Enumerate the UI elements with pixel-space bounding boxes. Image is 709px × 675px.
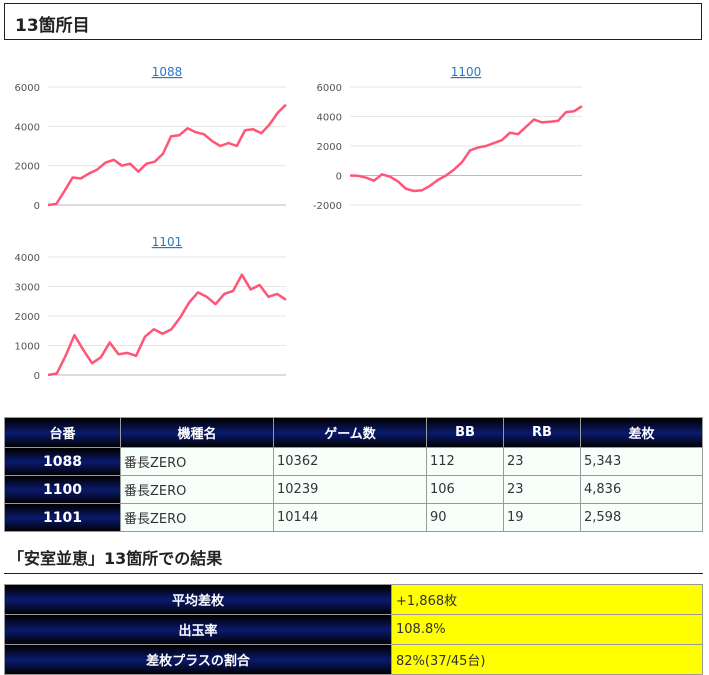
series-line: [349, 105, 583, 193]
cell-number: 1088: [4, 447, 121, 476]
cell-games: 10239: [273, 475, 427, 504]
cell-number: 1100: [4, 475, 121, 504]
cell-rb: 23: [503, 475, 581, 504]
summary-row: 出玉率 108.8%: [4, 614, 703, 645]
summary-value: 108.8%: [391, 614, 703, 645]
y-tick-label: 4000: [15, 253, 40, 264]
y-tick-label: 2000: [15, 312, 40, 323]
series-line: [47, 273, 287, 377]
summary-title: 「安室並恵」13箇所での結果: [8, 549, 223, 568]
cell-diff: 2,598: [580, 503, 703, 532]
cell-bb: 112: [426, 447, 504, 476]
header-box: 13箇所目: [4, 3, 702, 40]
col-header: 差枚: [580, 417, 703, 448]
col-header: 台番: [4, 417, 121, 448]
summary-table: 平均差枚 +1,868枚 出玉率 108.8% 差枚プラスの割合 82%(37/…: [4, 584, 703, 675]
table-row: 1088 番長ZERO 10362 112 23 5,343: [4, 447, 703, 476]
chart-1101: 1101 0 1000 2000 3000 4000: [0, 230, 300, 395]
col-header: RB: [503, 417, 581, 448]
cell-bb: 90: [426, 503, 504, 532]
col-header: 機種名: [120, 417, 274, 448]
summary-divider: [4, 573, 703, 574]
cell-rb: 19: [503, 503, 581, 532]
cell-games: 10144: [273, 503, 427, 532]
col-header: ゲーム数: [273, 417, 427, 448]
cell-model: 番長ZERO: [120, 503, 274, 532]
cell-model: 番長ZERO: [120, 475, 274, 504]
y-tick-label: 2000: [317, 142, 342, 153]
cell-games: 10362: [273, 447, 427, 476]
y-tick-label: -2000: [313, 201, 342, 212]
y-tick-label: 4000: [15, 122, 40, 133]
y-tick-label: 1000: [15, 342, 40, 353]
y-tick-label: 6000: [15, 83, 40, 94]
y-tick-label: 4000: [317, 113, 342, 124]
cell-number: 1101: [4, 503, 121, 532]
summary-row: 差枚プラスの割合 82%(37/45台): [4, 644, 703, 675]
chart-title[interactable]: 1100: [451, 65, 482, 79]
chart-1100-svg: 1100 -2000 0 2000 4000 6000: [313, 65, 583, 212]
page-title: 13箇所目: [15, 16, 90, 36]
y-tick-label: 2000: [15, 162, 40, 173]
summary-value: 82%(37/45台): [391, 644, 703, 675]
y-tick-label: 0: [34, 371, 40, 382]
chart-1088-svg: 1088 0 2000 4000 6000: [15, 65, 287, 212]
cell-diff: 5,343: [580, 447, 703, 476]
chart-1088: 1088 0 2000 4000 6000: [0, 60, 300, 225]
y-tick-label: 3000: [15, 283, 40, 294]
machine-table: 台番 機種名 ゲーム数 BB RB 差枚 1088 番長ZERO 10362 1…: [4, 417, 703, 532]
col-header: BB: [426, 417, 504, 448]
chart-1101-svg: 1101 0 1000 2000 3000 4000: [15, 235, 287, 382]
table-row: 1101 番長ZERO 10144 90 19 2,598: [4, 503, 703, 532]
y-tick-label: 0: [336, 172, 342, 183]
table-header-row: 台番 機種名 ゲーム数 BB RB 差枚: [4, 417, 703, 448]
summary-label: 差枚プラスの割合: [4, 644, 392, 675]
cell-model: 番長ZERO: [120, 447, 274, 476]
y-tick-label: 6000: [317, 83, 342, 94]
series-line: [47, 103, 287, 207]
summary-label: 平均差枚: [4, 584, 392, 615]
summary-value: +1,868枚: [391, 584, 703, 615]
cell-bb: 106: [426, 475, 504, 504]
chart-1100: 1100 -2000 0 2000 4000 6000: [300, 60, 600, 225]
chart-title[interactable]: 1088: [152, 65, 183, 79]
summary-row: 平均差枚 +1,868枚: [4, 584, 703, 615]
table-row: 1100 番長ZERO 10239 106 23 4,836: [4, 475, 703, 504]
chart-title[interactable]: 1101: [152, 235, 183, 249]
cell-rb: 23: [503, 447, 581, 476]
y-tick-label: 0: [34, 201, 40, 212]
cell-diff: 4,836: [580, 475, 703, 504]
summary-label: 出玉率: [4, 614, 392, 645]
